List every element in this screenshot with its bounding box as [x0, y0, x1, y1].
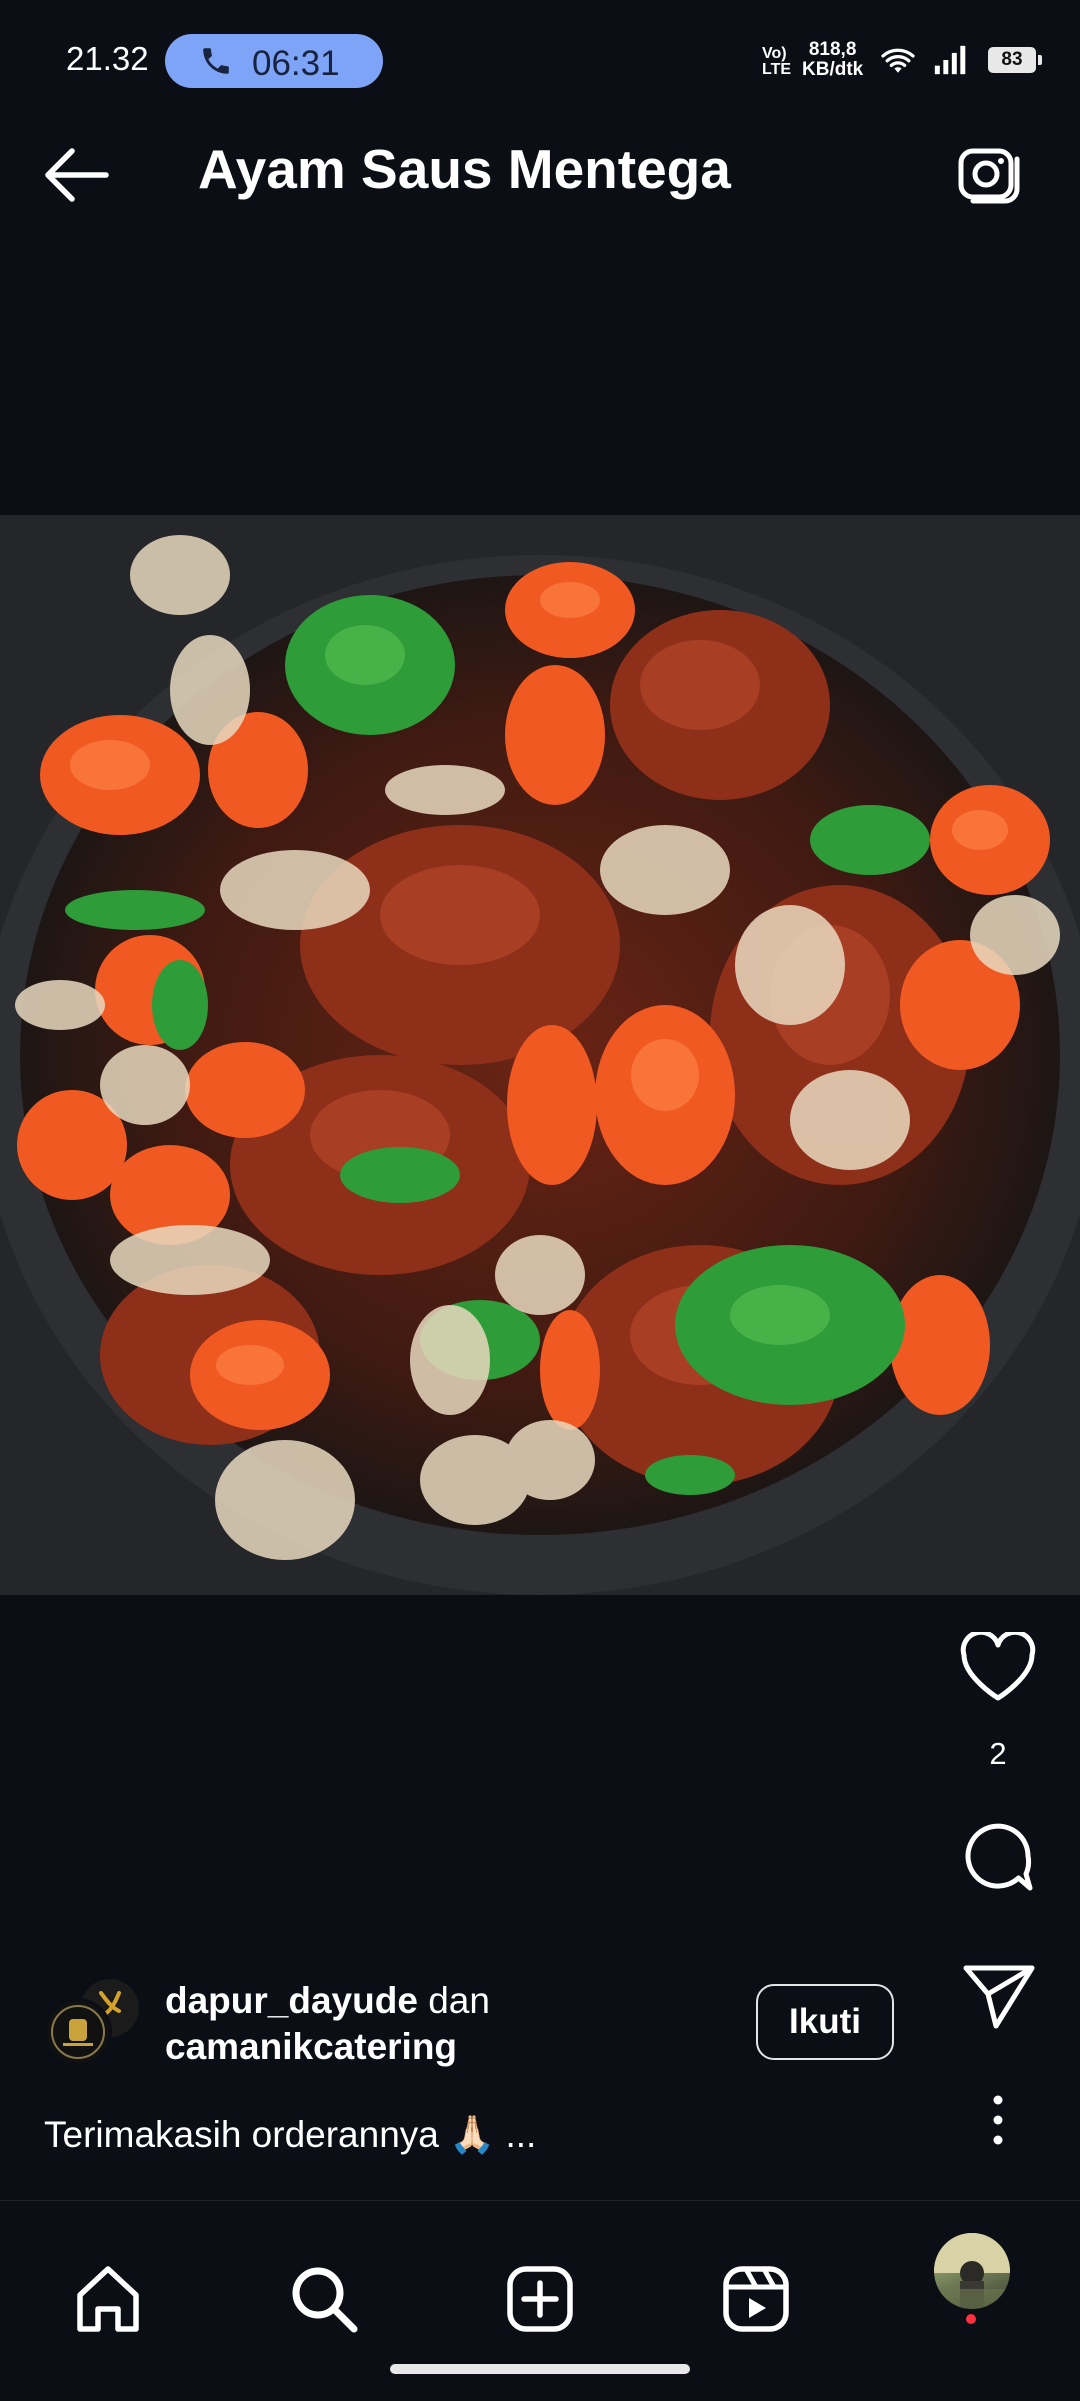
status-bar: 21.32 06:31 Vo) LTE 818,8 KB/dtk 83 — [0, 0, 1080, 95]
author-connector: dan — [428, 1980, 490, 2021]
page-title: Ayam Saus Mentega — [198, 138, 731, 200]
logo-icon — [51, 2005, 105, 2059]
back-arrow-icon[interactable] — [40, 145, 112, 205]
like-count[interactable]: 2 — [958, 1736, 1038, 1772]
wifi-icon — [881, 48, 915, 73]
profile-photo — [934, 2233, 1010, 2309]
cell-signal-icon — [934, 45, 966, 75]
comment-icon[interactable] — [958, 1816, 1038, 1896]
author-avatars[interactable] — [44, 1976, 144, 2076]
network-speed: 818,8 KB/dtk — [802, 40, 863, 80]
post-photo[interactable] — [0, 515, 1080, 1595]
ongoing-call-pill[interactable]: 06:31 — [165, 34, 383, 88]
author-username[interactable]: camanikcatering — [165, 2026, 457, 2067]
network-speed-value: 818,8 — [808, 39, 857, 60]
phone-icon — [203, 48, 229, 74]
avatar-dapur-dayude[interactable] — [44, 1998, 112, 2066]
home-indicator[interactable] — [390, 2364, 690, 2374]
reels-icon[interactable] — [718, 2261, 794, 2337]
battery-indicator: 83 — [988, 47, 1042, 73]
network-speed-unit: KB/dtk — [802, 59, 864, 80]
post-authors: dapur_dayude dan camanikcatering — [165, 1978, 490, 2070]
status-time: 21.32 — [66, 40, 149, 77]
create-post-icon[interactable] — [502, 2261, 578, 2337]
volte-indicator: Vo) LTE — [762, 45, 792, 78]
author-username[interactable]: dapur_dayude — [165, 1980, 418, 2021]
top-bar: Ayam Saus Mentega — [0, 95, 1080, 245]
home-icon[interactable] — [70, 2261, 146, 2337]
follow-button[interactable]: Ikuti — [756, 1984, 894, 2060]
status-icons: Vo) LTE 818,8 KB/dtk 83 — [750, 0, 1080, 95]
post-caption[interactable]: Terimakasih orderannya 🙏🏻 ... — [44, 2114, 536, 2157]
notification-dot — [966, 2314, 976, 2324]
send-icon[interactable] — [958, 1960, 1038, 2032]
more-options-icon[interactable] — [983, 2090, 1013, 2150]
camera-icon[interactable] — [955, 137, 1027, 209]
food-photo-illustration — [0, 515, 1080, 1595]
search-icon[interactable] — [286, 2261, 362, 2337]
call-timer: 06:31 — [252, 44, 340, 83]
heart-icon[interactable] — [958, 1632, 1038, 1704]
profile-avatar[interactable] — [934, 2233, 1010, 2309]
